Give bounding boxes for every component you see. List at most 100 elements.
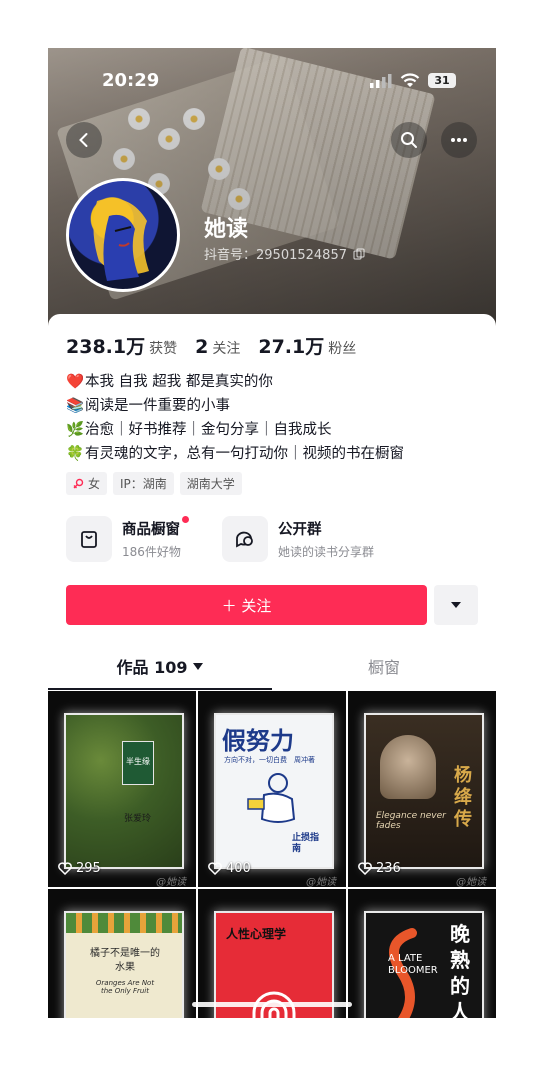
public-group-entry[interactable]: 公开群 她读的读书分享群 (222, 516, 374, 562)
heart-outline-icon (208, 862, 222, 875)
cover-portrait (380, 735, 436, 799)
video-thumbnail[interactable]: 橘子不是唯一的水果 Oranges Are Not the Only Fruit (48, 889, 196, 1018)
bio-line: 📚阅读是一件重要的小事 (66, 394, 404, 418)
stat-following-label: 关注 (212, 341, 241, 357)
profile-stats: 238.1万 获赞 2 关注 27.1万 粉丝 (66, 332, 356, 359)
watermark: @她读 (456, 877, 486, 887)
shop-window-entry[interactable]: 商品橱窗 186件好物 (66, 516, 189, 562)
notification-dot (181, 516, 189, 523)
video-thumbnail[interactable]: 半生缘 张爱玲 295 @她读 (48, 691, 196, 887)
stat-likes-label: 获赞 (149, 341, 178, 357)
avatar-portrait-art (93, 198, 149, 281)
bio-text: 本我 自我 超我 都是真实的你 (85, 374, 273, 390)
caret-down-icon (451, 602, 461, 608)
book-cover: 假努力 方向不对，一切白费 周冲著 止损指南 (214, 713, 334, 869)
cover-subtitle: Elegance never fades (376, 811, 446, 831)
cover-author: 张爱玲 (124, 814, 152, 824)
active-tab-indicator (48, 688, 272, 690)
bio-text: 有灵魂的文字，总有一句打动你｜视频的书在橱窗 (85, 446, 404, 462)
video-thumbnail[interactable]: 假努力 方向不对，一切白费 周冲著 止损指南 400 @她读 (198, 691, 346, 887)
profile-name: 她读 (204, 217, 249, 242)
tab-shop-window[interactable]: 橱窗 (272, 644, 496, 688)
books-icon: 📚 (66, 398, 85, 414)
status-bar: 20:29 31 (48, 48, 496, 94)
stat-following-num: 2 (195, 336, 209, 358)
copy-icon[interactable] (353, 248, 365, 260)
stat-followers-num: 27.1万 (258, 336, 325, 358)
video-grid: 半生缘 张爱玲 295 @她读 假努力 方向不对，一切白费 周冲著 止损指南 4… (48, 691, 496, 1018)
leaf-icon: 🌿 (66, 422, 85, 438)
video-thumbnail[interactable]: 人性心理学 (198, 889, 346, 1018)
douyin-id-text: 抖音号：29501524857 (204, 248, 347, 263)
video-thumbnail[interactable]: 杨绛传 Elegance never fades 236 @她读 (348, 691, 496, 887)
public-group-sub: 她读的读书分享群 (278, 545, 375, 559)
cover-title: 晚熟的人 (450, 922, 470, 1018)
book-cover: 晚熟的人 A LATE BLOOMER (364, 911, 484, 1018)
cover-title: 橘子不是唯一的水果 (90, 948, 160, 973)
cover-pattern (66, 913, 182, 933)
cover-author: 周冲著 (294, 756, 315, 764)
cover-title: 杨绛传 (454, 765, 472, 830)
cover-title: 假努力 (222, 727, 294, 755)
video-thumbnail[interactable]: 晚熟的人 A LATE BLOOMER (348, 889, 496, 1018)
stat-likes[interactable]: 238.1万 获赞 (66, 332, 177, 359)
stat-followers[interactable]: 27.1万 粉丝 (258, 332, 356, 359)
cover-tagline: 方向不对，一切白费 (224, 756, 287, 764)
female-icon (73, 478, 84, 489)
book-cover: 橘子不是唯一的水果 Oranges Are Not the Only Fruit (64, 911, 184, 1018)
cellular-signal-icon (370, 74, 392, 88)
profile-tags: 女 IP：湖南 湖南大学 (66, 472, 242, 495)
tag-school[interactable]: 湖南大学 (179, 472, 242, 495)
search-button[interactable] (391, 122, 427, 158)
like-count: 400 (208, 861, 251, 876)
public-group-title: 公开群 (278, 522, 322, 538)
chevron-left-icon (79, 133, 88, 147)
like-count-value: 400 (226, 861, 251, 876)
tab-works[interactable]: 作品 109 (48, 644, 272, 688)
bio-text: 阅读是一件重要的小事 (85, 398, 230, 414)
follow-button[interactable]: ＋ 关注 (66, 585, 427, 625)
tag-ip: IP：湖南 (113, 472, 174, 495)
caret-down-icon (193, 662, 204, 670)
profile-screen: 20:29 31 她读 抖音号：29501524857 238.1万 获赞 2 … (48, 48, 496, 1018)
more-actions-dropdown[interactable] (434, 585, 478, 625)
tag-gender-text: 女 (88, 477, 101, 491)
tab-works-label: 作品 109 (116, 658, 188, 677)
stat-followers-label: 粉丝 (328, 341, 357, 357)
watermark: @她读 (306, 877, 336, 887)
fingerprint-icon (252, 991, 296, 1018)
shop-window-title: 商品橱窗 (122, 516, 189, 539)
battery-icon: 31 (428, 73, 456, 88)
heart-outline-icon (58, 862, 72, 875)
search-icon (401, 132, 417, 148)
home-indicator[interactable] (192, 1002, 352, 1007)
book-cover: 杨绛传 Elegance never fades (364, 713, 484, 869)
bio-text: 治愈｜好书推荐｜金句分享｜自我成长 (85, 422, 332, 438)
bio-line: 🌿治愈｜好书推荐｜金句分享｜自我成长 (66, 418, 404, 442)
douyin-id[interactable]: 抖音号：29501524857 (204, 244, 365, 263)
stat-likes-num: 238.1万 (66, 336, 146, 358)
like-count: 295 (58, 861, 101, 876)
status-time: 20:29 (102, 70, 160, 91)
heart-icon: ❤️ (66, 374, 85, 390)
like-count: 236 (358, 861, 401, 876)
book-cover: 半生缘 张爱玲 (64, 713, 184, 869)
tag-gender: 女 (66, 472, 108, 495)
cover-subtitle: A LATE BLOOMER (388, 953, 438, 976)
shop-window-title-text: 商品橱窗 (122, 522, 180, 538)
more-options-button[interactable] (441, 122, 477, 158)
avatar[interactable] (66, 178, 180, 292)
wifi-icon (400, 73, 420, 87)
heart-outline-icon (358, 862, 372, 875)
cover-badge: 止损指南 (292, 833, 320, 854)
bio-line: 🍀有灵魂的文字，总有一句打动你｜视频的书在橱窗 (66, 442, 404, 466)
back-button[interactable] (66, 122, 102, 158)
like-count-value: 236 (376, 861, 401, 876)
watermark: @她读 (156, 877, 186, 887)
like-count-value: 295 (76, 861, 101, 876)
cover-illustration (247, 773, 296, 823)
clover-icon: 🍀 (66, 446, 85, 462)
content-tabs: 作品 109 橱窗 (48, 644, 496, 690)
stat-following[interactable]: 2 关注 (195, 336, 240, 358)
profile-bio: ❤️本我 自我 超我 都是真实的你 📚阅读是一件重要的小事 🌿治愈｜好书推荐｜金… (66, 370, 404, 466)
